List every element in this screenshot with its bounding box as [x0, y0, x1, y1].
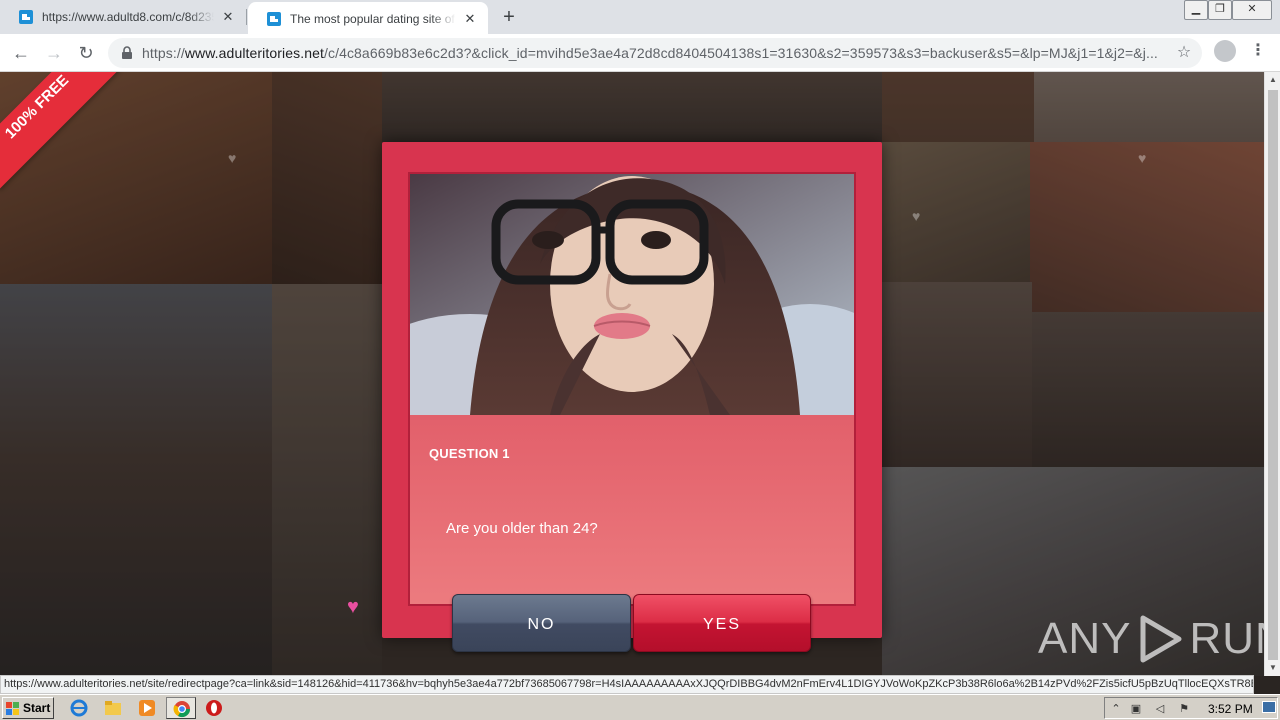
url-scheme: https:// [142, 45, 185, 61]
taskbar-clock: 3:52 PM [1208, 702, 1253, 716]
profile-avatar[interactable] [1214, 40, 1236, 62]
question-panel [410, 415, 854, 604]
bookmark-star-icon[interactable]: ☆ [1172, 41, 1196, 65]
anyrun-watermark: ANY RUN [1038, 612, 1280, 666]
restore-window-icon[interactable]: ❐ [1208, 0, 1232, 20]
tab-title: The most popular dating site of this [290, 12, 456, 26]
address-bar[interactable]: https://www.adulteritories.net/c/4c8a669… [108, 38, 1202, 68]
yes-button[interactable]: YES [633, 594, 811, 652]
reload-icon[interactable]: ↻ [74, 41, 98, 65]
lock-icon [122, 46, 132, 59]
chrome-icon [173, 701, 191, 718]
tab-title: https://www.adultd8.com/c/8d2358 [42, 10, 214, 24]
back-arrow-icon[interactable]: ← [9, 41, 33, 65]
start-button[interactable]: Start [2, 697, 54, 719]
scroll-down-icon[interactable]: ▼ [1265, 660, 1280, 676]
scrollbar-thumb[interactable] [1268, 90, 1278, 660]
chrome-taskbar-button[interactable] [166, 697, 196, 719]
close-window-icon[interactable]: ✕ [1232, 0, 1272, 20]
forward-arrow-icon[interactable]: → [42, 41, 66, 65]
new-tab-button[interactable]: + [498, 6, 520, 28]
url-host: www.adulteritories.net [184, 45, 324, 61]
tab-close-icon[interactable]: ✕ [462, 11, 478, 27]
tab-dating-site[interactable]: The most popular dating site of this ✕ [248, 2, 488, 36]
heart-icon: ♥ [228, 150, 237, 166]
network-icon[interactable]: ▣ [1129, 702, 1143, 716]
browser-menu-icon[interactable]: ⋮ [1248, 41, 1268, 61]
page-scrollbar[interactable]: ▲ ▼ [1264, 72, 1280, 676]
no-button[interactable]: NO [452, 594, 631, 652]
url-text: https://www.adulteritories.net/c/4c8a669… [142, 45, 1172, 61]
watermark-text-left: ANY [1038, 614, 1132, 663]
volume-icon[interactable]: ◁ [1153, 702, 1167, 716]
profile-photo-image [410, 174, 854, 415]
play-logo-icon [1140, 615, 1182, 663]
internet-explorer-icon[interactable] [70, 699, 88, 717]
tab-adultd8[interactable]: https://www.adultd8.com/c/8d2358 ✕ [0, 0, 246, 34]
scroll-up-icon[interactable]: ▲ [1265, 72, 1280, 88]
action-center-flag-icon[interactable]: ⚑ [1177, 702, 1191, 716]
minimize-window-icon[interactable]: ▁ [1184, 0, 1208, 20]
url-path: /c/4c8a669b83e6c2d3?&click_id=mvihd5e3ae… [323, 45, 1158, 61]
tab-strip: https://www.adultd8.com/c/8d2358 ✕ The m… [0, 0, 1280, 36]
anyrun-favicon-icon [267, 12, 281, 26]
question-title: QUESTION 1 [429, 446, 510, 461]
windows-taskbar: Start ⌃ ▣ ◁ ⚑ 3:52 PM [0, 694, 1280, 720]
start-label: Start [23, 701, 51, 715]
tray-expand-icon[interactable]: ⌃ [1109, 702, 1123, 716]
heart-icon: ♥ [1138, 150, 1147, 166]
status-bar-url: https://www.adulteritories.net/site/redi… [0, 675, 1254, 694]
tab-separator [246, 9, 247, 25]
media-player-icon[interactable] [138, 699, 156, 717]
anyrun-favicon-icon [19, 10, 33, 24]
heart-icon: ♥ [347, 596, 359, 618]
windows-logo-icon [6, 702, 19, 715]
heart-icon: ♥ [912, 208, 921, 224]
tab-close-icon[interactable]: ✕ [220, 9, 236, 25]
profile-photo [410, 174, 854, 415]
browser-toolbar: ← → ↻ https://www.adulteritories.net/c/4… [0, 34, 1280, 72]
file-explorer-icon[interactable] [104, 699, 122, 717]
show-desktop-icon[interactable] [1262, 701, 1276, 713]
opera-icon[interactable] [205, 699, 223, 717]
question-text: Are you older than 24? [446, 520, 598, 537]
